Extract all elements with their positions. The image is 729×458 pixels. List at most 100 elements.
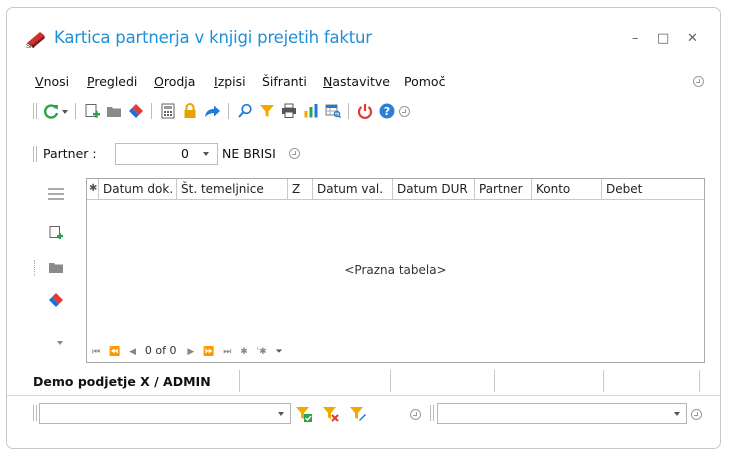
svg-text:Srv: Srv: [26, 44, 35, 49]
partner-dropdown-icon[interactable]: [203, 152, 209, 156]
menu-nastavitve[interactable]: Nastavitve: [323, 74, 390, 89]
second-filter-dropdown-icon[interactable]: [674, 412, 680, 416]
calculator-icon[interactable]: [159, 102, 177, 120]
nav-filter-icon[interactable]: ⏷: [276, 347, 283, 357]
minimize-button[interactable]: –: [632, 32, 639, 46]
partner-bar-grip[interactable]: [33, 146, 37, 162]
grid-header: ✱ Datum dok. Št. temeljnice Z Datum val.…: [87, 179, 704, 200]
menu-sifranti[interactable]: Šifranti: [262, 74, 307, 89]
toolbar-separator: [348, 103, 349, 119]
menu-vnosi[interactable]: Vnosi: [35, 74, 69, 89]
filter-combo[interactable]: [39, 403, 291, 424]
maximize-button[interactable]: □: [657, 32, 669, 46]
toolbar-expand-icon[interactable]: [399, 106, 410, 117]
menu-label: rodja: [163, 74, 196, 89]
filter-clear-icon[interactable]: [322, 405, 340, 423]
side-more-icon[interactable]: [57, 341, 63, 345]
forward-arrow-icon[interactable]: [203, 102, 221, 120]
menu-label: zpisi: [217, 74, 246, 89]
filter-edit-icon[interactable]: [349, 405, 367, 423]
partner-label: Partner :: [43, 146, 97, 161]
col-konto[interactable]: Konto: [532, 179, 602, 199]
status-separator: [239, 370, 240, 392]
menu-accel: N: [323, 74, 333, 89]
help-icon[interactable]: ?: [378, 102, 396, 120]
col-debet[interactable]: Debet: [602, 179, 704, 199]
partner-expand-icon[interactable]: [289, 148, 300, 159]
menu-accel: O: [154, 74, 164, 89]
col-datum-dur[interactable]: Datum DUR: [393, 179, 475, 199]
menu-label: nosi: [43, 74, 70, 89]
status-separator: [390, 370, 391, 392]
status-bar: Demo podjetje X / ADMIN: [7, 369, 720, 396]
power-icon[interactable]: [356, 102, 374, 120]
nav-append-icon[interactable]: ✱: [240, 347, 248, 357]
status-separator: [494, 370, 495, 392]
col-partner[interactable]: Partner: [475, 179, 532, 199]
toolbar: ?: [7, 98, 720, 124]
eraser-icon[interactable]: [127, 102, 145, 120]
menu-izpisi[interactable]: Izpisi: [214, 74, 246, 89]
toolbar-separator: [75, 103, 76, 119]
chart-icon[interactable]: [302, 102, 320, 120]
second-filter-grip[interactable]: [430, 405, 434, 421]
menu-bar: Vnosi Pregledi Orodja Izpisi Šifranti Na…: [7, 72, 720, 92]
new-document-icon[interactable]: [83, 102, 101, 120]
menu-label: astavitve: [332, 74, 390, 89]
col-st-temeljnice[interactable]: Št. temeljnice: [177, 179, 288, 199]
filter-icon[interactable]: [258, 102, 276, 120]
lock-icon[interactable]: [181, 102, 199, 120]
nav-next-icon[interactable]: ▶: [187, 347, 194, 357]
window-title: Kartica partnerja v knjigi prejetih fakt…: [54, 28, 372, 47]
filter-expand-icon[interactable]: [410, 409, 421, 420]
data-grid[interactable]: ✱ Datum dok. Št. temeljnice Z Datum val.…: [86, 178, 705, 363]
refresh-dropdown-icon[interactable]: [62, 110, 68, 114]
col-datum-dok[interactable]: Datum dok.: [99, 179, 177, 199]
empty-table-text: <Prazna tabela>: [344, 263, 447, 277]
menu-label: regledi: [94, 74, 138, 89]
partner-combo[interactable]: 0: [115, 143, 218, 165]
grid-menu-icon[interactable]: [47, 186, 65, 202]
close-button[interactable]: ✕: [687, 32, 698, 46]
grid-search-icon[interactable]: [324, 102, 342, 120]
menu-label: Pomoč: [404, 74, 446, 89]
menu-orodja[interactable]: Orodja: [154, 74, 195, 89]
search-icon[interactable]: [236, 102, 254, 120]
menu-label: Šifranti: [262, 74, 307, 89]
nav-next-page-icon[interactable]: ⏩: [203, 347, 214, 357]
refresh-icon[interactable]: [42, 102, 60, 120]
menu-pregledi[interactable]: Pregledi: [87, 74, 137, 89]
status-separator: [603, 370, 604, 392]
toolbar-grip[interactable]: [33, 103, 37, 119]
menu-pomoc[interactable]: Pomoč: [404, 74, 445, 89]
nav-first-icon[interactable]: ⏮: [92, 347, 100, 357]
print-icon[interactable]: [280, 102, 298, 120]
col-z[interactable]: Z: [288, 179, 313, 199]
toolbar-separator: [228, 103, 229, 119]
title-bar: Srv Kartica partnerja v knjigi prejetih …: [7, 8, 720, 64]
side-eraser-icon[interactable]: [47, 291, 65, 309]
status-separator: [699, 370, 700, 392]
filter-apply-icon[interactable]: [295, 405, 313, 423]
nav-prev-page-icon[interactable]: ⏪: [109, 347, 120, 357]
grid-select-all[interactable]: ✱: [87, 179, 99, 199]
toolbar-separator: [151, 103, 152, 119]
second-filter-combo[interactable]: [437, 403, 687, 424]
side-folder-icon[interactable]: [47, 258, 65, 276]
nav-insert-icon[interactable]: '✱: [257, 347, 267, 357]
filter-bar: [7, 402, 720, 428]
side-grip: [34, 260, 36, 276]
side-new-icon[interactable]: [47, 224, 65, 242]
company-user-label: Demo podjetje X / ADMIN: [33, 374, 211, 389]
second-filter-expand-icon[interactable]: [691, 409, 702, 420]
folder-icon[interactable]: [105, 102, 123, 120]
filter-dropdown-icon[interactable]: [278, 412, 284, 416]
nav-last-icon[interactable]: ⏭: [223, 347, 231, 357]
app-logo-icon: Srv: [26, 32, 45, 49]
filter-bar-grip[interactable]: [33, 405, 37, 421]
menu-expand-icon[interactable]: [693, 76, 704, 87]
col-datum-val[interactable]: Datum val.: [313, 179, 393, 199]
nav-prev-icon[interactable]: ◀: [129, 347, 136, 357]
svg-text:?: ?: [384, 105, 390, 118]
partner-value: 0: [181, 146, 189, 161]
